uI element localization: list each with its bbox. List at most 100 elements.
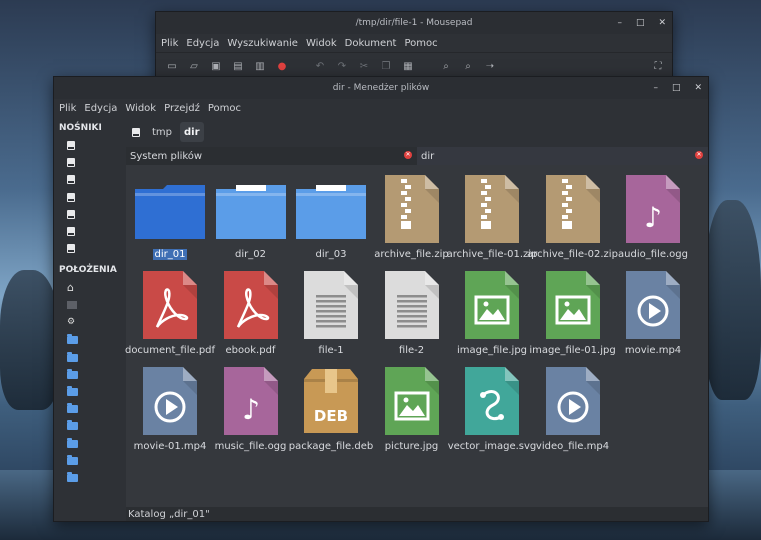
sidebar-place-item[interactable] [54, 400, 126, 417]
sidebar-place-item[interactable] [54, 348, 126, 365]
sidebar-device-item[interactable] [54, 154, 126, 171]
sidebar-device-item[interactable] [54, 206, 126, 223]
pdf-icon [133, 269, 207, 341]
file-item[interactable]: archive_file-01.zip [447, 173, 537, 260]
undo-icon[interactable]: ↶ [314, 60, 326, 72]
menu-wyszukiwanie[interactable]: Wyszukiwanie [227, 37, 298, 50]
save-icon[interactable]: ▣ [210, 60, 222, 72]
devices-list [54, 137, 126, 257]
file-item[interactable]: picture.jpg [372, 365, 452, 452]
close-button[interactable]: ✕ [658, 18, 666, 28]
filemanager-body: NOŚNIKI POŁOŻENIA ⌂ ⚙ tmp dir System plik… [54, 117, 708, 521]
file-item[interactable]: archive_file.zip [372, 173, 452, 260]
file-name: archive_file.zip [374, 249, 449, 260]
image-icon [536, 269, 610, 341]
sidebar-device-item[interactable] [54, 240, 126, 257]
file-item[interactable]: ebook.pdf [211, 269, 291, 356]
menu-przejdz[interactable]: Przejdź [164, 102, 200, 115]
file-item[interactable]: ♪ music_file.ogg [211, 365, 291, 452]
maximize-button[interactable]: □ [672, 83, 681, 93]
sidebar-device-item[interactable] [54, 171, 126, 188]
tab-dir[interactable]: dir ✕ [417, 147, 708, 165]
sidebar-place-item[interactable] [54, 417, 126, 434]
file-item[interactable]: archive_file-02.zip [527, 173, 618, 260]
sidebar-place-item[interactable]: ⌂ [54, 279, 126, 296]
maximize-button[interactable]: □ [636, 18, 645, 28]
open-folder-icon[interactable]: ▱ [188, 60, 200, 72]
close-button[interactable]: ✕ [694, 83, 702, 93]
search-replace-icon[interactable]: ⌕ [462, 60, 474, 72]
new-document-icon[interactable]: ▭ [166, 60, 178, 72]
minimize-button[interactable]: – [653, 83, 658, 93]
sidebar-place-item[interactable]: ⚙ [54, 314, 126, 331]
svg-text:♪: ♪ [644, 201, 662, 234]
file-item[interactable]: file-2 [372, 269, 452, 356]
sidebar-place-item[interactable] [54, 434, 126, 451]
audio-icon: ♪ [214, 365, 288, 437]
file-item[interactable]: dir_03 [291, 173, 371, 260]
breadcrumb-tmp[interactable]: tmp [148, 122, 176, 142]
menu-edycja[interactable]: Edycja [84, 102, 117, 115]
redo-icon[interactable]: ↷ [336, 60, 348, 72]
file-name: picture.jpg [384, 441, 439, 452]
file-item[interactable]: ♪ audio_file.ogg [613, 173, 693, 260]
file-item[interactable]: movie.mp4 [613, 269, 693, 356]
svg-text:DEB: DEB [314, 407, 348, 425]
file-item[interactable]: file-1 [291, 269, 371, 356]
close-tab-icon[interactable]: ✕ [404, 151, 412, 159]
file-item[interactable]: image_file.jpg [452, 269, 532, 356]
file-item[interactable]: document_file.pdf [125, 269, 215, 356]
file-name: archive_file-02.zip [527, 249, 618, 260]
menu-widok[interactable]: Widok [306, 37, 337, 50]
close-document-icon[interactable]: ● [276, 60, 288, 72]
folder-icon [67, 420, 78, 431]
sidebar-place-item[interactable] [54, 365, 126, 382]
file-name: dir_03 [315, 249, 347, 260]
sidebar-place-item[interactable] [54, 451, 126, 468]
sidebar-place-item[interactable] [54, 297, 126, 314]
menu-plik[interactable]: Plik [161, 37, 178, 50]
file-item[interactable]: dir_01 [130, 173, 210, 260]
paste-icon[interactable]: ▦ [402, 60, 414, 72]
mousepad-title: /tmp/dir/file-1 - Mousepad [355, 18, 473, 28]
breadcrumb-dir[interactable]: dir [180, 122, 204, 142]
sidebar-place-item[interactable] [54, 468, 126, 485]
file-item[interactable]: video_file.mp4 [533, 365, 613, 452]
tab-system-plikow[interactable]: System plików ✕ [126, 147, 417, 165]
file-item[interactable]: image_file-01.jpg [529, 269, 616, 356]
video-icon [536, 365, 610, 437]
sidebar-device-item[interactable] [54, 189, 126, 206]
sidebar-place-item[interactable] [54, 331, 126, 348]
fullscreen-icon[interactable]: ⛶ [652, 60, 664, 72]
menu-dokument[interactable]: Dokument [345, 37, 397, 50]
folder-icon [133, 173, 207, 245]
file-item[interactable]: vector_image.svg [448, 365, 536, 452]
file-name: audio_file.ogg [618, 249, 688, 260]
sidebar-device-item[interactable] [54, 223, 126, 240]
copy-icon[interactable]: ❐ [380, 60, 392, 72]
minimize-button[interactable]: – [617, 18, 622, 28]
close-tab-icon[interactable]: ✕ [695, 151, 703, 159]
file-item[interactable]: dir_02 [211, 173, 291, 260]
file-name: movie.mp4 [624, 345, 682, 356]
status-text: Katalog „dir_01" [128, 508, 210, 520]
file-item[interactable]: DEB package_file.deb [289, 365, 373, 452]
root-drive-button[interactable] [128, 122, 144, 142]
search-icon[interactable]: ⌕ [440, 60, 452, 72]
video-icon [133, 365, 207, 437]
cut-icon[interactable]: ✂ [358, 60, 370, 72]
file-item[interactable]: movie-01.mp4 [130, 365, 210, 452]
file-name: ebook.pdf [225, 345, 276, 356]
menu-edycja[interactable]: Edycja [186, 37, 219, 50]
menu-pomoc[interactable]: Pomoc [404, 37, 437, 50]
save-all-icon[interactable]: ▥ [254, 60, 266, 72]
folder-icon [214, 173, 288, 245]
menu-pomoc[interactable]: Pomoc [208, 102, 241, 115]
sidebar-device-item[interactable] [54, 137, 126, 154]
sidebar-place-item[interactable] [54, 382, 126, 399]
menu-plik[interactable]: Plik [59, 102, 76, 115]
goto-icon[interactable]: ➝ [484, 60, 496, 72]
save-as-icon[interactable]: ▤ [232, 60, 244, 72]
menu-widok[interactable]: Widok [125, 102, 156, 115]
places-header: POŁOŻENIA [59, 265, 117, 276]
